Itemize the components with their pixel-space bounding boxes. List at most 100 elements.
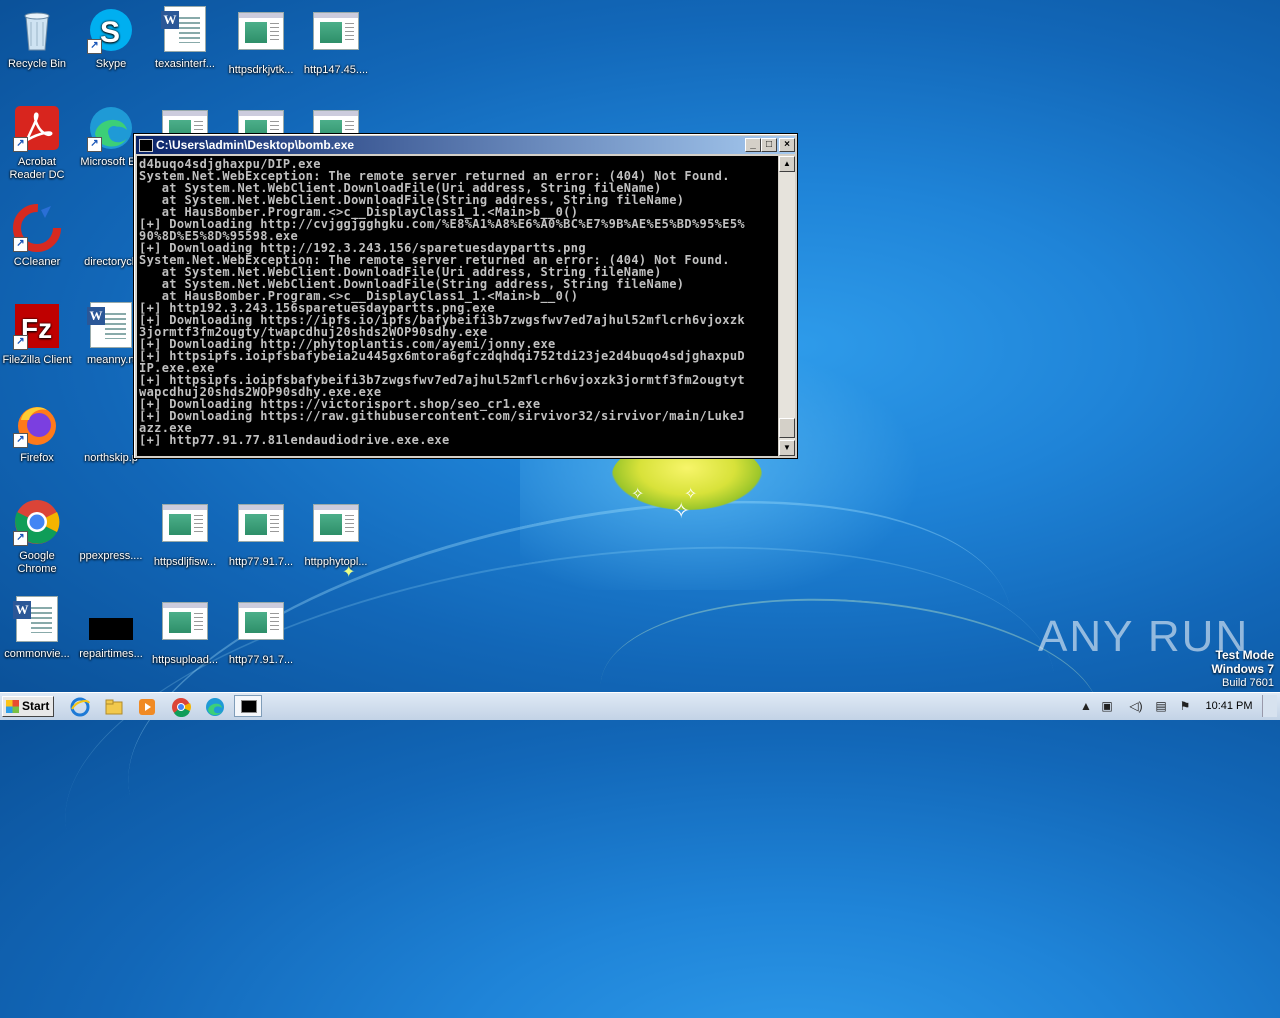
shortcut-arrow-icon: ↗ <box>13 433 28 448</box>
windows-watermark: Test Mode Windows 7 Build 7601 <box>1211 648 1274 690</box>
window-title: C:\Users\admin\Desktop\bomb.exe <box>156 138 355 152</box>
icon-label: httpsdljfisw... <box>153 556 217 568</box>
icon-label: texasinterf... <box>155 58 215 70</box>
start-label: Start <box>22 699 50 713</box>
icon-label: httpsupload... <box>151 654 219 666</box>
icon-label: Recycle Bin <box>7 58 67 70</box>
vertical-scrollbar[interactable]: ▲ ▼ <box>779 156 795 456</box>
skype-icon: S ↗ <box>87 6 135 54</box>
desktop-icon-skype[interactable]: S ↗ Skype <box>74 6 148 71</box>
desktop-icon-httpsupload[interactable]: httpsupload... <box>148 596 222 667</box>
word-document-icon: W <box>13 596 61 644</box>
window-titlebar[interactable]: C:\Users\admin\Desktop\bomb.exe _ □ × <box>136 136 795 154</box>
desktop-icon-recycle-bin[interactable]: Recycle Bin <box>0 6 74 71</box>
acrobat-reader-icon: ↗ <box>13 104 61 152</box>
desktop-icon-repairtimes[interactable]: repairtimes... <box>74 596 148 661</box>
generic-file-icon <box>161 504 209 552</box>
icon-label: FileZilla Client <box>2 354 72 366</box>
sparkle-icon: ✧ <box>631 486 645 503</box>
show-hidden-icons-icon[interactable]: ▲ <box>1079 699 1093 713</box>
desktop-icon-firefox[interactable]: ↗ Firefox <box>0 400 74 465</box>
scroll-down-button[interactable]: ▼ <box>779 440 795 456</box>
desktop-icon-filezilla[interactable]: Fz ↗ FileZilla Client <box>0 302 74 367</box>
desktop-icon-texasinterf[interactable]: W texasinterf... <box>148 6 222 71</box>
generic-file-icon <box>87 204 135 252</box>
windows-version-text: Windows 7 <box>1211 662 1274 676</box>
desktop-icon-acrobat[interactable]: ↗ Acrobat Reader DC <box>0 104 74 182</box>
icon-label: http77.91.7... <box>228 654 294 666</box>
explorer-icon[interactable] <box>104 697 124 717</box>
console-output[interactable]: d4buqo4sdjghaxpu/DIP.exe System.Net.WebE… <box>137 156 778 456</box>
shortcut-arrow-icon: ↗ <box>87 39 102 54</box>
icon-label: CCleaner <box>13 256 61 268</box>
windows-flag-icon <box>6 700 19 713</box>
shortcut-arrow-icon: ↗ <box>13 137 28 152</box>
desktop-icon-httpsdrkjvtk[interactable]: httpsdrkjvtk... <box>224 6 298 77</box>
icon-label: repairtimes... <box>79 648 143 660</box>
console-app-icon <box>139 139 153 152</box>
ie-icon[interactable] <box>70 697 90 717</box>
media-player-icon[interactable] <box>137 697 157 717</box>
shortcut-arrow-icon: ↗ <box>13 237 28 252</box>
icon-label: Acrobat Reader DC <box>9 156 65 181</box>
chrome-icon: ↗ <box>13 498 61 546</box>
icon-label: http147.45.... <box>303 64 369 76</box>
icon-label: Firefox <box>20 452 54 464</box>
firefox-icon: ↗ <box>13 400 61 448</box>
start-button[interactable]: Start <box>2 696 54 717</box>
icon-label: httpphytopl... <box>304 556 368 568</box>
generic-file-icon <box>87 498 135 546</box>
console-window-icon[interactable] <box>234 695 262 717</box>
test-mode-text: Test Mode <box>1215 648 1274 662</box>
scroll-thumb[interactable] <box>779 418 795 438</box>
console-window[interactable]: C:\Users\admin\Desktop\bomb.exe _ □ × d4… <box>133 133 798 459</box>
show-desktop-button[interactable] <box>1262 695 1277 717</box>
volume-icon[interactable]: ◁) <box>1129 699 1143 713</box>
desktop-icon-httpphytopl[interactable]: httpphytopl... <box>299 498 373 569</box>
icon-label: httpsdrkjvtk... <box>228 64 294 76</box>
shortcut-arrow-icon: ↗ <box>13 531 28 546</box>
taskbar: Start ▲ ▣ ◁) ▤ ⚑ 10:41 PM <box>0 692 1280 720</box>
icon-label: commonvie... <box>4 648 70 660</box>
network-icon[interactable]: ▤ <box>1154 699 1168 713</box>
desktop-icon-http147[interactable]: http147.45.... <box>299 6 373 77</box>
flag-icon[interactable]: ⚑ <box>1178 699 1192 713</box>
maximize-button[interactable]: □ <box>761 138 777 152</box>
action-center-icon[interactable]: ▣ <box>1100 699 1114 713</box>
desktop-icon-chrome[interactable]: ↗ Google Chrome <box>0 498 74 576</box>
minimize-button[interactable]: _ <box>745 138 761 152</box>
generic-file-icon <box>161 602 209 650</box>
filezilla-icon: Fz ↗ <box>13 302 61 350</box>
shortcut-arrow-icon: ↗ <box>87 137 102 152</box>
desktop-icon-commonview[interactable]: W commonvie... <box>0 596 74 661</box>
desktop-icon-ccleaner[interactable]: ↗ CCleaner <box>0 204 74 269</box>
edge-icon: ↗ <box>87 104 135 152</box>
icon-label: Google Chrome <box>17 550 57 575</box>
black-file-icon <box>87 596 135 644</box>
desktop-icon-httpsdljfisw[interactable]: httpsdljfisw... <box>148 498 222 569</box>
generic-file-icon <box>312 504 360 552</box>
close-button[interactable]: × <box>779 138 795 152</box>
generic-file-icon <box>237 602 285 650</box>
icon-label: http77.91.7... <box>228 556 294 568</box>
taskbar-clock[interactable]: 10:41 PM <box>1200 693 1258 720</box>
svg-text:S: S <box>100 16 120 49</box>
word-document-icon: W <box>87 302 135 350</box>
word-document-icon: W <box>161 6 209 54</box>
chrome-icon[interactable] <box>171 697 191 718</box>
build-text: Build 7601 <box>1222 677 1274 689</box>
generic-file-icon <box>237 504 285 552</box>
generic-file-icon <box>237 12 285 60</box>
desktop-icon-ppexpress[interactable]: ppexpress.... <box>74 498 148 563</box>
icon-label: Skype <box>95 58 127 70</box>
edge-icon[interactable] <box>205 697 225 717</box>
ccleaner-icon: ↗ <box>13 204 61 252</box>
scroll-up-button[interactable]: ▲ <box>779 156 795 172</box>
desktop-icon-http77-a[interactable]: http77.91.7... <box>224 498 298 569</box>
desktop-icon-http77-b[interactable]: http77.91.7... <box>224 596 298 667</box>
recycle-bin-icon <box>13 6 61 54</box>
console-text: d4buqo4sdjghaxpu/DIP.exe System.Net.WebE… <box>139 157 745 447</box>
generic-file-icon <box>87 400 135 448</box>
generic-file-icon <box>312 12 360 60</box>
shortcut-arrow-icon: ↗ <box>13 335 28 350</box>
